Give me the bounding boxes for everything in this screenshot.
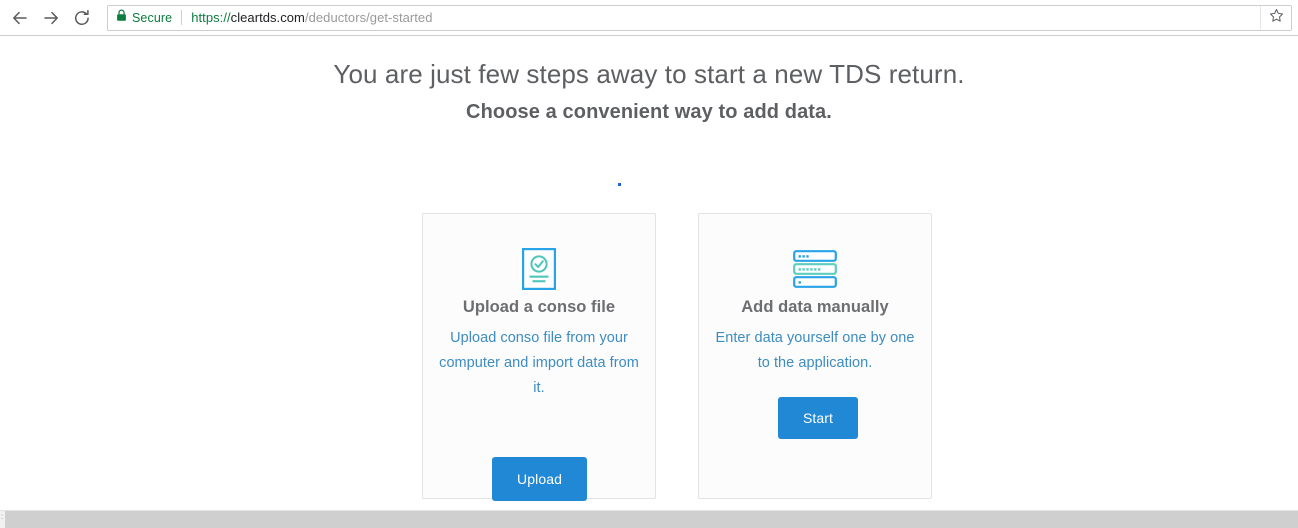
reload-button[interactable] <box>68 4 96 32</box>
forward-button[interactable] <box>37 4 65 32</box>
decorative-dot <box>618 183 621 186</box>
card-title: Upload a conso file <box>462 298 616 316</box>
card-upload-conso-file[interactable]: Upload a conso file Upload conso file fr… <box>422 213 656 501</box>
bookmark-button[interactable] <box>1260 5 1291 30</box>
security-label: Secure <box>132 10 173 25</box>
page-content: You are just few steps away to start a n… <box>0 37 1298 510</box>
lock-icon <box>116 8 127 27</box>
arrow-left-icon <box>10 8 30 28</box>
url-display[interactable]: https://cleartds.com/deductors/get-start… <box>191 10 432 25</box>
card-description: Upload conso file from your computer and… <box>439 330 639 396</box>
horizontal-scrollbar[interactable]: : <box>0 510 1298 528</box>
document-check-icon <box>423 241 655 297</box>
page-headline: You are just few steps away to start a n… <box>333 59 965 89</box>
card-add-data-manually[interactable]: Add data manually Enter data yourself on… <box>698 213 932 499</box>
url-host: cleartds.com <box>230 10 305 25</box>
star-icon <box>1269 8 1284 28</box>
browser-toolbar: Secure https://cleartds.com/deductors/ge… <box>0 0 1298 36</box>
back-button[interactable] <box>6 4 34 32</box>
reload-icon <box>72 8 92 28</box>
start-button[interactable]: Start <box>778 397 858 439</box>
upload-button[interactable]: Upload <box>492 457 587 501</box>
url-scheme: https:// <box>191 10 231 25</box>
page-subheadline: Choose a convenient way to add data. <box>466 101 832 123</box>
address-bar[interactable]: Secure https://cleartds.com/deductors/ge… <box>107 4 1292 31</box>
arrow-right-icon <box>41 8 61 28</box>
url-path: /deductors/get-started <box>304 10 433 25</box>
card-title: Add data manually <box>741 298 889 316</box>
form-rows-icon <box>699 241 931 297</box>
card-description: Enter data yourself one by one to the ap… <box>715 330 915 371</box>
security-indicator[interactable]: Secure <box>108 8 173 27</box>
scrollbar-grip-dots: : <box>1 512 4 521</box>
omnibox-divider <box>181 10 183 25</box>
